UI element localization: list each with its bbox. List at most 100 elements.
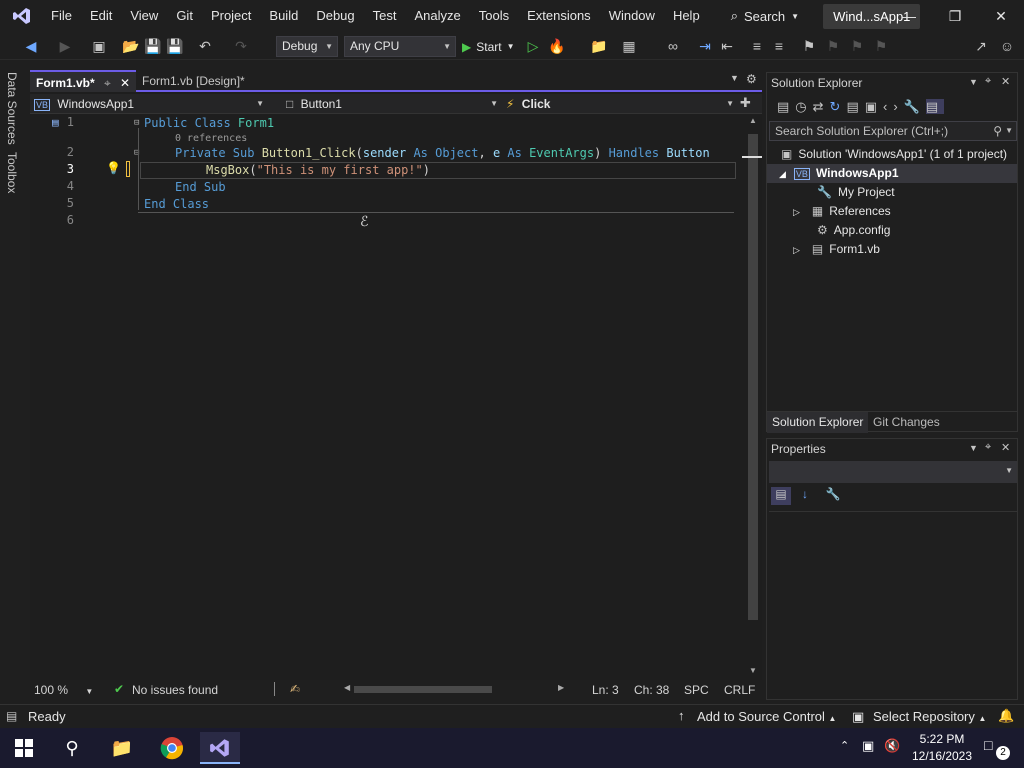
tab-solution-explorer[interactable]: Solution Explorer xyxy=(767,412,869,433)
toolbox-tab[interactable]: Toolbox xyxy=(5,152,19,193)
scroll-left-icon[interactable]: ◀ xyxy=(344,683,350,692)
collapsed-arrow-icon[interactable]: ▷ xyxy=(793,245,800,255)
uncomment-icon[interactable]: ≡ xyxy=(770,37,788,55)
collapsed-arrow-icon[interactable]: ▷ xyxy=(793,207,800,217)
code-view-icon[interactable]: ‹› xyxy=(883,99,904,114)
close-panel-icon[interactable]: ✕ xyxy=(1001,441,1010,454)
new-project-icon[interactable]: ▣ xyxy=(90,37,108,55)
show-all-files-icon[interactable]: ▣ xyxy=(865,99,883,114)
solution-platform-select[interactable]: Any CPU ▼ xyxy=(344,36,456,57)
tree-project[interactable]: ◢ VB WindowsApp1 xyxy=(767,164,1017,183)
hot-reload-icon[interactable]: 🔥 xyxy=(548,37,566,55)
zoom-select[interactable]: 100 % ▼ xyxy=(34,683,93,697)
tree-app-config[interactable]: ⚙ App.config xyxy=(817,221,890,240)
tree-references[interactable]: ▷ ▦ References xyxy=(793,202,891,221)
vertical-scrollbar[interactable]: ▲ ▼ xyxy=(742,114,762,680)
menu-git[interactable]: Git xyxy=(167,0,202,32)
data-sources-tab[interactable]: Data Sources xyxy=(5,72,19,145)
pin-icon[interactable]: ⌖ xyxy=(985,75,991,88)
tab-git-changes[interactable]: Git Changes xyxy=(873,412,940,433)
browse-folder-icon[interactable]: 📁 xyxy=(590,37,608,55)
scroll-up-icon[interactable]: ▲ xyxy=(749,116,757,125)
notifications-bell-icon[interactable]: 🔔 xyxy=(998,708,1014,724)
outdent-icon[interactable]: ⇤ xyxy=(718,37,736,55)
indent-icon[interactable]: ⇥ xyxy=(696,37,714,55)
scroll-right-icon[interactable]: ▶ xyxy=(558,683,564,692)
line-ending-indicator[interactable]: CRLF xyxy=(724,683,755,697)
panel-menu-icon[interactable]: ▼ xyxy=(969,77,978,87)
split-window-icon[interactable]: ✚ xyxy=(740,95,751,111)
settings-gear-icon[interactable]: ⚙ xyxy=(746,72,757,86)
share-icon[interactable]: ↗ xyxy=(972,37,990,55)
menu-edit[interactable]: Edit xyxy=(81,0,121,32)
feedback-icon[interactable]: ☺ xyxy=(998,37,1016,55)
menu-build[interactable]: Build xyxy=(260,0,307,32)
panel-menu-icon[interactable]: ▼ xyxy=(969,443,978,453)
lightbulb-icon[interactable]: 💡 xyxy=(106,161,121,175)
show-hidden-icons-icon[interactable]: ⌃ xyxy=(840,739,849,752)
tree-my-project[interactable]: 🔧 My Project xyxy=(817,183,895,202)
horizontal-scrollbar-thumb[interactable] xyxy=(354,686,492,693)
close-button[interactable]: ✕ xyxy=(978,0,1024,32)
menu-window[interactable]: Window xyxy=(600,0,664,32)
menu-help[interactable]: Help xyxy=(664,0,709,32)
switch-views-icon[interactable]: ▤ xyxy=(777,99,795,114)
output-icon[interactable]: ▤ xyxy=(6,709,17,723)
refresh-icon[interactable]: ↻ xyxy=(830,99,847,114)
line-indicator[interactable]: Ln: 3 xyxy=(592,683,619,697)
menu-analyze[interactable]: Analyze xyxy=(405,0,469,32)
pin-icon[interactable]: ⌖ xyxy=(104,72,111,94)
back-icon[interactable]: ◀ xyxy=(22,37,40,55)
minimize-button[interactable]: — xyxy=(886,0,932,32)
close-panel-icon[interactable]: ✕ xyxy=(1001,75,1010,88)
whitespace-indicator[interactable]: SPC xyxy=(684,683,709,697)
taskbar-date[interactable]: 12/16/2023 xyxy=(906,749,978,763)
properties-wrench-icon[interactable]: 🔧 xyxy=(904,99,926,114)
file-explorer-icon[interactable]: 📁 xyxy=(102,732,142,764)
sync-icon[interactable]: ⇄ xyxy=(813,99,830,114)
menu-file[interactable]: File xyxy=(42,0,81,32)
expanded-arrow-icon[interactable]: ◢ xyxy=(779,169,786,179)
event-select[interactable]: ⚡ Click ▼ xyxy=(506,95,734,113)
preview-icon[interactable]: ▤ xyxy=(925,99,945,114)
windows-start-icon[interactable] xyxy=(4,732,44,764)
start-without-debugging-icon[interactable]: ▷ xyxy=(524,37,542,55)
clear-bookmarks-icon[interactable]: ⚑ xyxy=(872,37,890,55)
project-select[interactable]: VB WindowsApp1 ▼ xyxy=(34,95,264,113)
taskbar-time[interactable]: 5:22 PM xyxy=(912,732,972,746)
search-solution-explorer-input[interactable]: Search Solution Explorer (Ctrl+;) ⚲ ▼ xyxy=(769,121,1017,141)
cleanup-brush-icon[interactable]: ✍ xyxy=(290,682,300,696)
solution-configuration-select[interactable]: Debug ▼ xyxy=(276,36,338,57)
tree-form1[interactable]: ▷ ▤ Form1.vb xyxy=(793,240,880,259)
start-button[interactable]: ▶ Start ▼ xyxy=(462,36,515,57)
property-pages-wrench-icon[interactable]: 🔧 xyxy=(823,487,843,505)
open-folder-icon[interactable]: 📂 xyxy=(122,37,140,55)
menu-view[interactable]: View xyxy=(121,0,167,32)
next-bookmark-icon[interactable]: ⚑ xyxy=(848,37,866,55)
bookmark-icon[interactable]: ⚑ xyxy=(800,37,818,55)
issues-status[interactable]: No issues found xyxy=(132,683,218,697)
network-icon[interactable]: ▣ xyxy=(862,738,874,754)
comment-icon[interactable]: ≡ xyxy=(748,37,766,55)
menu-test[interactable]: Test xyxy=(364,0,406,32)
scrollbar-thumb[interactable] xyxy=(748,134,758,620)
volume-muted-icon[interactable]: 🔇 xyxy=(884,738,900,754)
menu-tools[interactable]: Tools xyxy=(470,0,518,32)
layout-icon[interactable]: ▦ xyxy=(620,37,638,55)
scroll-down-icon[interactable]: ▼ xyxy=(749,666,757,675)
object-select[interactable]: □ Button1 ▼ xyxy=(286,95,498,113)
close-tab-icon[interactable]: ✕ xyxy=(120,72,130,94)
redo-icon[interactable]: ↷ xyxy=(232,37,250,55)
tab-form1-design[interactable]: Form1.vb [Design]* xyxy=(136,70,286,92)
collapse-all-icon[interactable]: ▤ xyxy=(846,99,864,114)
pin-icon[interactable]: ⌖ xyxy=(985,441,991,454)
history-icon[interactable]: ◷ xyxy=(795,99,812,114)
column-indicator[interactable]: Ch: 38 xyxy=(634,683,669,697)
spell-check-icon[interactable]: ∞ xyxy=(664,37,682,55)
menu-extensions[interactable]: Extensions xyxy=(518,0,600,32)
add-to-source-control-button[interactable]: Add to Source Control ▲ xyxy=(697,709,836,724)
save-icon[interactable]: 💾 xyxy=(144,37,162,55)
collapse-icon[interactable]: ⊟ xyxy=(134,118,139,128)
undo-icon[interactable]: ↶ xyxy=(196,37,214,55)
menu-project[interactable]: Project xyxy=(202,0,260,32)
